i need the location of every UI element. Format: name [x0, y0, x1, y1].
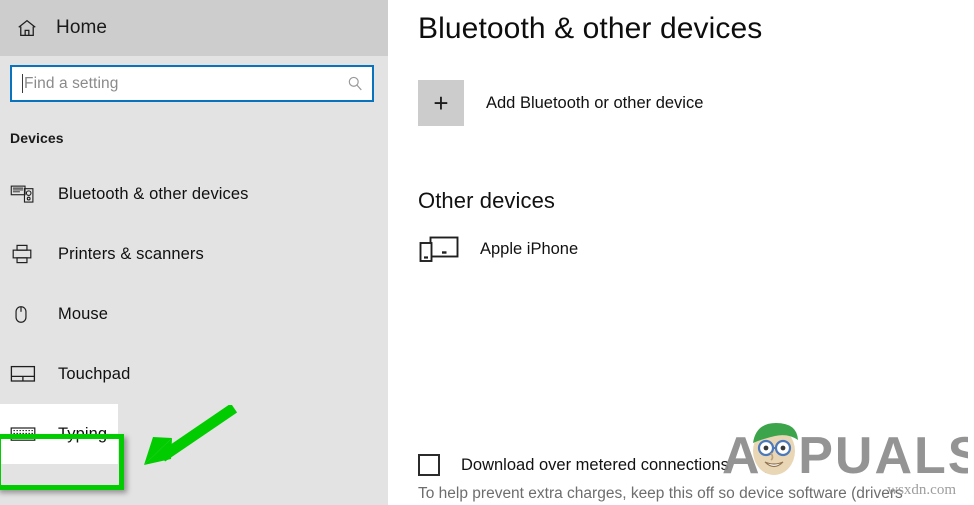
plus-glyph: + — [433, 88, 449, 118]
search-placeholder: Find a setting — [24, 74, 119, 92]
sidebar-item-label: Typing — [58, 424, 108, 443]
sidebar-item-label: Bluetooth & other devices — [58, 184, 249, 203]
metered-checkbox[interactable] — [418, 454, 440, 476]
home-label: Home — [56, 17, 108, 38]
sidebar-item-label: Printers & scanners — [58, 244, 204, 263]
sidebar: Home Find a setting Devices Bluetooth & … — [0, 0, 388, 505]
metered-connections-block: Download over metered connections To hel… — [418, 454, 974, 503]
sidebar-nav: Bluetooth & other devices Printers & sca… — [0, 164, 388, 464]
device-name: Apple iPhone — [480, 239, 579, 258]
settings-window: Home Find a setting Devices Bluetooth & … — [0, 0, 974, 505]
keyboard-icon — [10, 422, 40, 446]
search-container: Find a setting — [0, 56, 388, 102]
main-content: Bluetooth & other devices + Add Bluetoot… — [388, 0, 974, 505]
search-icon[interactable] — [346, 75, 364, 93]
bluetooth-devices-icon — [10, 182, 40, 206]
search-input[interactable]: Find a setting — [10, 65, 374, 102]
mouse-icon — [10, 302, 40, 326]
home-icon — [12, 17, 42, 39]
add-device-label: Add Bluetooth or other device — [486, 93, 704, 112]
touchpad-icon — [10, 362, 40, 386]
text-caret — [22, 74, 23, 93]
home-nav-button[interactable]: Home — [0, 0, 388, 56]
sidebar-item-label: Mouse — [58, 304, 109, 323]
metered-label: Download over metered connections — [461, 455, 729, 474]
sidebar-item-label: Touchpad — [58, 364, 131, 383]
sidebar-item-printers-scanners[interactable]: Printers & scanners — [0, 224, 388, 284]
sidebar-item-typing[interactable]: Typing — [0, 404, 118, 464]
section-title: Devices — [10, 130, 64, 146]
add-bluetooth-device-button[interactable]: + Add Bluetooth or other device — [418, 80, 974, 126]
device-list-item[interactable]: Apple iPhone — [418, 234, 974, 264]
sidebar-item-mouse[interactable]: Mouse — [0, 284, 388, 344]
metered-description: To help prevent extra charges, keep this… — [418, 485, 903, 502]
sidebar-item-touchpad[interactable]: Touchpad — [0, 344, 388, 404]
metered-checkbox-row[interactable]: Download over metered connections — [418, 454, 974, 476]
plus-icon: + — [418, 80, 464, 126]
phone-and-monitor-icon — [418, 234, 464, 264]
page-title: Bluetooth & other devices — [418, 12, 763, 45]
printer-icon — [10, 242, 40, 266]
other-devices-heading: Other devices — [418, 188, 556, 213]
sidebar-item-bluetooth-other-devices[interactable]: Bluetooth & other devices — [0, 164, 388, 224]
